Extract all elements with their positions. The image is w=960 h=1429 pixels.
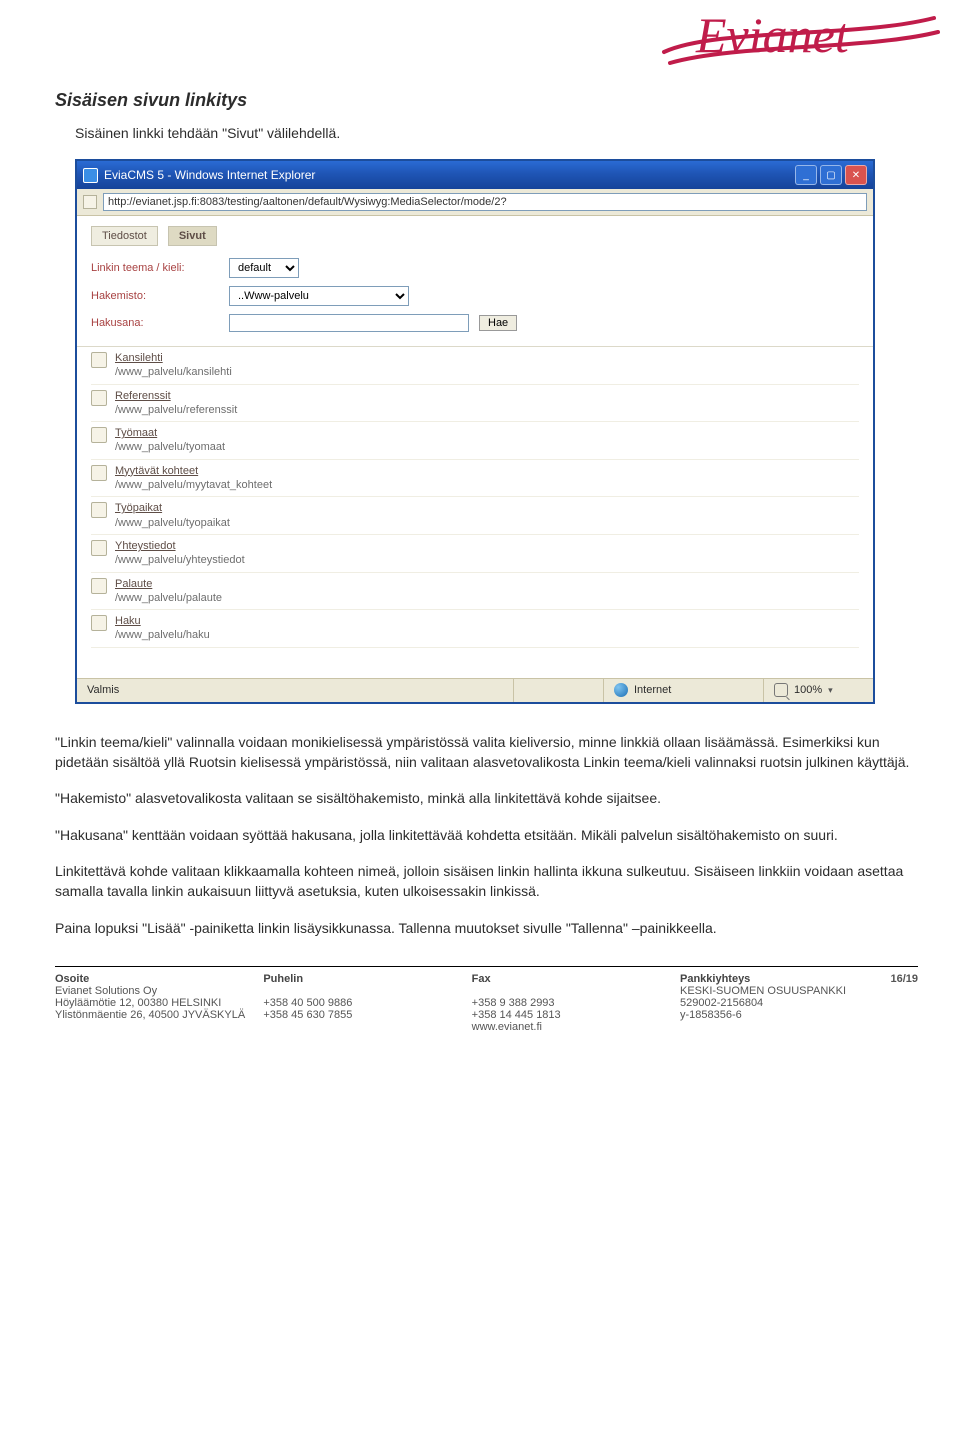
footer-line: 529002-2156804 xyxy=(680,997,918,1009)
page-icon xyxy=(91,540,107,556)
footer-address-head: Osoite xyxy=(55,973,253,985)
list-item-title[interactable]: Kansilehti xyxy=(115,351,232,365)
page-heading: Sisäisen sivun linkitys xyxy=(55,90,915,111)
paragraph: Paina lopuksi "Lisää" -painiketta linkin… xyxy=(55,918,915,938)
page-number: 16/19 xyxy=(890,973,918,985)
page-icon xyxy=(91,390,107,406)
globe-icon xyxy=(614,683,628,697)
footer-phone-head: Puhelin xyxy=(263,973,461,985)
list-item-title[interactable]: Työmaat xyxy=(115,426,225,440)
footer-line: Ylistönmäentie 26, 40500 JYVÄSKYLÄ xyxy=(55,1009,253,1021)
list-item-path: /www_palvelu/tyopaikat xyxy=(115,516,230,530)
status-done: Valmis xyxy=(77,679,513,702)
theme-select[interactable]: default xyxy=(229,258,299,278)
footer-line: +358 14 445 1813 xyxy=(472,1009,670,1021)
list-item-title[interactable]: Haku xyxy=(115,614,210,628)
body-text: "Linkin teema/kieli" valinnalla voidaan … xyxy=(55,732,915,938)
list-item[interactable]: Yhteystiedot /www_palvelu/yhteystiedot xyxy=(91,535,859,573)
list-item[interactable]: Myytävät kohteet /www_palvelu/myytavat_k… xyxy=(91,460,859,498)
list-item[interactable]: Kansilehti /www_palvelu/kansilehti xyxy=(91,347,859,385)
footer-line: Evianet Solutions Oy xyxy=(55,985,253,997)
ie-favicon-icon xyxy=(83,168,98,183)
search-label: Hakusana: xyxy=(91,317,229,329)
list-item-title[interactable]: Myytävät kohteet xyxy=(115,464,272,478)
footer-line: +358 9 388 2993 xyxy=(472,997,670,1009)
paragraph: "Hakemisto" alasvetovalikosta valitaan s… xyxy=(55,788,915,808)
page-icon xyxy=(91,465,107,481)
footer-line: +358 40 500 9886 xyxy=(263,997,461,1009)
chevron-down-icon[interactable]: ▾ xyxy=(828,685,833,696)
list-item-title[interactable]: Palaute xyxy=(115,577,222,591)
list-item[interactable]: Palaute /www_palvelu/palaute xyxy=(91,573,859,611)
list-item-path: /www_palvelu/palaute xyxy=(115,591,222,605)
ie-address-bar: http://evianet.jsp.fi:8083/testing/aalto… xyxy=(77,189,873,216)
footer-bank-head: Pankkiyhteys xyxy=(680,973,750,985)
theme-label: Linkin teema / kieli: xyxy=(91,262,229,274)
page-icon xyxy=(91,578,107,594)
list-item[interactable]: Työpaikat /www_palvelu/tyopaikat xyxy=(91,497,859,535)
footer-line: y-1858356-6 xyxy=(680,1009,918,1021)
page-icon xyxy=(91,352,107,368)
list-item[interactable]: Haku /www_palvelu/haku xyxy=(91,610,859,648)
ie-window-title: EviaCMS 5 - Windows Internet Explorer xyxy=(104,168,795,182)
ie-status-bar: Valmis Internet 100% ▾ xyxy=(77,678,873,702)
paragraph: "Hakusana" kenttään voidaan syöttää haku… xyxy=(55,825,915,845)
intro-paragraph: Sisäinen linkki tehdään "Sivut" välilehd… xyxy=(75,125,915,141)
footer: Osoite Evianet Solutions Oy Höyläämötie … xyxy=(55,966,918,1033)
directory-select[interactable]: ..Www-palvelu xyxy=(229,286,409,306)
list-item-path: /www_palvelu/tyomaat xyxy=(115,440,225,454)
footer-line: +358 45 630 7855 xyxy=(263,1009,461,1021)
list-item-path: /www_palvelu/myytavat_kohteet xyxy=(115,478,272,492)
list-item-path: /www_palvelu/haku xyxy=(115,628,210,642)
ie-titlebar: EviaCMS 5 - Windows Internet Explorer _ … xyxy=(77,161,873,189)
paragraph: "Linkin teema/kieli" valinnalla voidaan … xyxy=(55,732,915,773)
footer-fax-head: Fax xyxy=(472,973,670,985)
minimize-icon[interactable]: _ xyxy=(795,165,817,185)
list-item-title[interactable]: Yhteystiedot xyxy=(115,539,245,553)
document-icon xyxy=(83,195,97,209)
tab-tiedostot[interactable]: Tiedostot xyxy=(91,226,158,246)
footer-line: KESKI-SUOMEN OSUUSPANKKI xyxy=(680,985,918,997)
page-icon xyxy=(91,427,107,443)
status-zone: Internet xyxy=(634,684,671,696)
paragraph: Linkitettävä kohde valitaan klikkaamalla… xyxy=(55,861,915,902)
address-url[interactable]: http://evianet.jsp.fi:8083/testing/aalto… xyxy=(103,193,867,211)
search-input[interactable] xyxy=(229,314,469,332)
directory-label: Hakemisto: xyxy=(91,290,229,302)
list-item-path: /www_palvelu/kansilehti xyxy=(115,365,232,379)
tab-sivut[interactable]: Sivut xyxy=(168,226,217,246)
list-item[interactable]: Työmaat /www_palvelu/tyomaat xyxy=(91,422,859,460)
ie-window: EviaCMS 5 - Windows Internet Explorer _ … xyxy=(75,159,875,704)
footer-line: Höyläämötie 12, 00380 HELSINKI xyxy=(55,997,253,1009)
page-icon xyxy=(91,615,107,631)
zoom-icon[interactable] xyxy=(774,683,788,697)
close-icon[interactable]: ✕ xyxy=(845,165,867,185)
maximize-icon[interactable]: ▢ xyxy=(820,165,842,185)
list-item-title[interactable]: Referenssit xyxy=(115,389,237,403)
search-button[interactable]: Hae xyxy=(479,315,517,331)
list-item-path: /www_palvelu/referenssit xyxy=(115,403,237,417)
list-item-path: /www_palvelu/yhteystiedot xyxy=(115,553,245,567)
status-zoom: 100% xyxy=(794,684,822,696)
list-item-title[interactable]: Työpaikat xyxy=(115,501,230,515)
list-item[interactable]: Referenssit /www_palvelu/referenssit xyxy=(91,385,859,423)
footer-line: www.evianet.fi xyxy=(472,1021,670,1033)
results-list: Kansilehti /www_palvelu/kansilehti Refer… xyxy=(77,347,873,678)
page-icon xyxy=(91,502,107,518)
